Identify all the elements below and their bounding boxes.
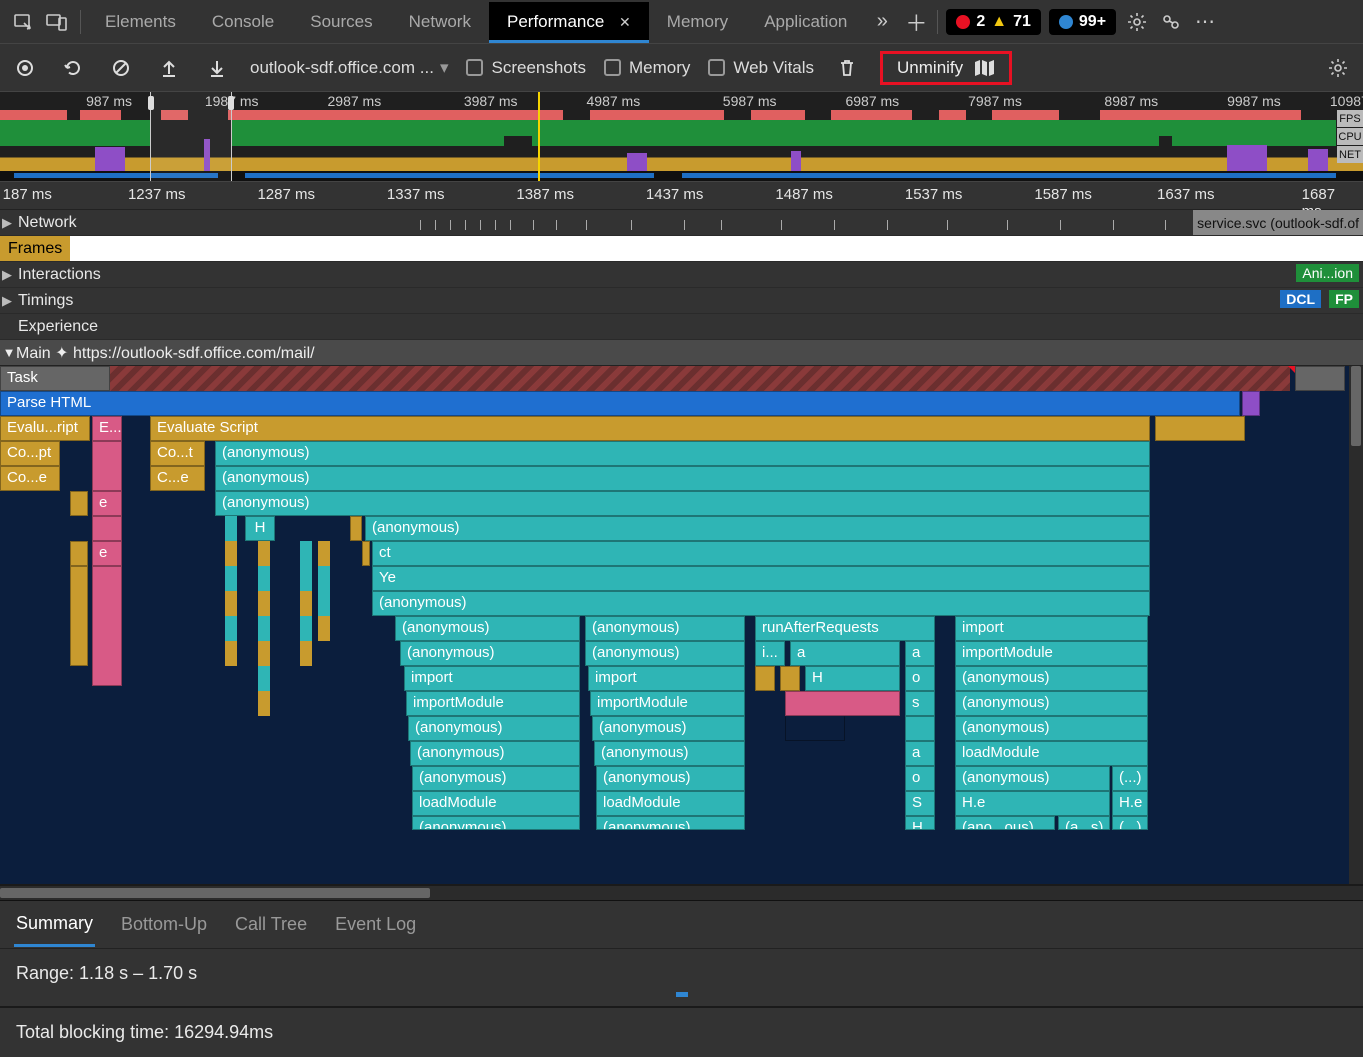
- tab-performance[interactable]: Performance ✕: [489, 2, 649, 42]
- cpu-purple: [95, 147, 125, 171]
- collapse-icon[interactable]: ▼: [2, 345, 16, 360]
- flame-eval-full[interactable]: Evaluate Script: [150, 416, 1150, 441]
- track-interactions[interactable]: ▶ Interactions Ani...ion: [0, 262, 1363, 288]
- track-main-label: Main ✦ https://outlook-sdf.office.com/ma…: [16, 343, 315, 363]
- warning-icon: ▲: [991, 13, 1007, 31]
- messages-count: 99+: [1079, 13, 1106, 31]
- track-experience-label: Experience: [14, 318, 98, 336]
- more-menu-icon[interactable]: ⋯: [1188, 5, 1222, 39]
- info-dot-icon: [1059, 15, 1073, 29]
- resize-handle[interactable]: [676, 992, 688, 997]
- chevron-down-icon: ▾: [440, 58, 449, 78]
- upload-button[interactable]: [154, 53, 184, 83]
- map-icon: [973, 58, 995, 78]
- flame-eval-short[interactable]: Evalu...ript: [0, 416, 90, 441]
- track-main[interactable]: ▼ Main ✦ https://outlook-sdf.office.com/…: [0, 340, 1363, 366]
- tab-network[interactable]: Network: [391, 2, 489, 42]
- flame-hscroll[interactable]: [0, 886, 1363, 900]
- range-text: Range: 1.18 s – 1.70 s: [16, 963, 1347, 984]
- flame-vscroll[interactable]: [1349, 366, 1363, 884]
- screenshots-checkbox[interactable]: Screenshots: [466, 58, 586, 78]
- flame-parse-html[interactable]: Parse HTML: [0, 391, 1240, 416]
- tab-sources[interactable]: Sources: [292, 2, 390, 42]
- overview-timeline[interactable]: 987 ms 1987 ms 2987 ms 3987 ms 4987 ms 5…: [0, 92, 1363, 182]
- memory-checkbox[interactable]: Memory: [604, 58, 690, 78]
- tab-performance-label: Performance: [507, 12, 604, 31]
- track-timings[interactable]: ▶ Timings DCL FP: [0, 288, 1363, 314]
- blocking-time-text: Total blocking time: 16294.94ms: [16, 1022, 1347, 1043]
- record-button[interactable]: [10, 53, 40, 83]
- clear-button[interactable]: [106, 53, 136, 83]
- memory-label: Memory: [629, 58, 690, 78]
- tab-memory[interactable]: Memory: [649, 2, 746, 42]
- recording-dropdown[interactable]: outlook-sdf.office.com ... ▾: [250, 58, 448, 78]
- device-toggle-icon[interactable]: [40, 5, 74, 39]
- selection-handle-left[interactable]: [148, 96, 154, 110]
- tab-event-log[interactable]: Event Log: [333, 904, 418, 945]
- overview-selection[interactable]: [150, 92, 232, 181]
- tab-elements[interactable]: Elements: [87, 2, 194, 42]
- animation-badge[interactable]: Ani...ion: [1296, 264, 1359, 282]
- overview-lane-labels: FPS CPU NET: [1337, 110, 1363, 164]
- selection-handle-right[interactable]: [228, 96, 234, 110]
- track-experience[interactable]: ▶ Experience: [0, 314, 1363, 340]
- flame-task-long[interactable]: [110, 366, 1290, 391]
- download-button[interactable]: [202, 53, 232, 83]
- main-ruler[interactable]: 187 ms 1237 ms 1287 ms 1337 ms 1387 ms 1…: [0, 182, 1363, 210]
- network-request-label[interactable]: service.svc (outlook-sdf.of: [1193, 210, 1363, 235]
- unminify-button[interactable]: Unminify: [880, 51, 1012, 85]
- summary-panel: Range: 1.18 s – 1.70 s: [0, 948, 1363, 998]
- expand-icon[interactable]: ▶: [0, 267, 14, 283]
- more-tabs-icon[interactable]: »: [865, 5, 899, 39]
- inspect-icon[interactable]: [6, 5, 40, 39]
- devtools-tabbar: Elements Console Sources Network Perform…: [0, 0, 1363, 44]
- track-timings-label: Timings: [14, 292, 73, 310]
- track-network-label: Network: [14, 214, 77, 232]
- webvitals-checkbox[interactable]: Web Vitals: [708, 58, 814, 78]
- tracks-area: ▶ Network service.svc (outlook-sdf.of Fr…: [0, 210, 1363, 366]
- track-interactions-label: Interactions: [14, 266, 101, 284]
- hscroll-thumb[interactable]: [0, 888, 430, 898]
- settings-icon[interactable]: [1120, 5, 1154, 39]
- activity-icon[interactable]: [1154, 5, 1188, 39]
- expand-icon[interactable]: ▶: [0, 293, 14, 309]
- delete-button[interactable]: [832, 53, 862, 83]
- tab-call-tree[interactable]: Call Tree: [233, 904, 309, 945]
- track-network[interactable]: ▶ Network service.svc (outlook-sdf.of: [0, 210, 1363, 236]
- messages-pill[interactable]: 99+: [1049, 9, 1116, 35]
- track-frames-label: Frames: [0, 236, 70, 261]
- error-warning-pill[interactable]: 2 ▲ 71: [946, 9, 1041, 35]
- warning-count: 71: [1013, 13, 1031, 31]
- reload-record-button[interactable]: [58, 53, 88, 83]
- expand-icon[interactable]: ▶: [0, 215, 14, 231]
- overview-playhead[interactable]: [538, 92, 540, 181]
- tab-console[interactable]: Console: [194, 2, 292, 42]
- error-count: 2: [976, 13, 985, 31]
- track-frames[interactable]: Frames: [0, 236, 1363, 262]
- capture-settings-icon[interactable]: [1323, 53, 1353, 83]
- recording-label: outlook-sdf.office.com ...: [250, 58, 434, 78]
- blocking-time-panel: Total blocking time: 16294.94ms: [0, 1006, 1363, 1057]
- fp-badge[interactable]: FP: [1329, 290, 1359, 308]
- add-tab-icon[interactable]: ＋: [899, 5, 933, 39]
- details-tabs: Summary Bottom-Up Call Tree Event Log: [0, 900, 1363, 948]
- tab-summary[interactable]: Summary: [14, 903, 95, 947]
- dcl-badge[interactable]: DCL: [1280, 290, 1321, 308]
- divider: [80, 10, 81, 34]
- screenshots-label: Screenshots: [491, 58, 586, 78]
- flame-task[interactable]: Task: [0, 366, 110, 391]
- unminify-label: Unminify: [897, 58, 963, 78]
- webvitals-label: Web Vitals: [733, 58, 814, 78]
- divider: [937, 10, 938, 34]
- error-dot-icon: [956, 15, 970, 29]
- perf-toolbar: outlook-sdf.office.com ... ▾ Screenshots…: [0, 44, 1363, 92]
- close-icon[interactable]: ✕: [619, 14, 631, 30]
- tab-bottom-up[interactable]: Bottom-Up: [119, 904, 209, 945]
- tab-application[interactable]: Application: [746, 2, 865, 42]
- network-request-ticks: [420, 220, 1173, 230]
- flame-chart[interactable]: Task Parse HTML Evalu...ript E... Co...p…: [0, 366, 1363, 886]
